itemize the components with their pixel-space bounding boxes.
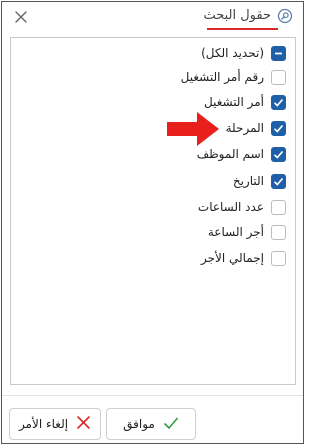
- cancel-button-label: إلغاء الأمر: [18, 417, 69, 431]
- list-item-date[interactable]: التاريخ: [233, 169, 286, 193]
- cancel-button[interactable]: إلغاء الأمر: [9, 408, 101, 440]
- checkbox[interactable]: [271, 250, 286, 266]
- footer-divider: [2, 395, 303, 396]
- list-item-label: أمر التشغيل: [203, 95, 264, 109]
- checkbox[interactable]: [271, 199, 286, 215]
- dialog-header: حقول البحث: [2, 2, 303, 32]
- title-underline: [207, 28, 278, 30]
- checkbox[interactable]: [271, 173, 286, 189]
- fields-list: (تحديد الكل) رقم أمر التشغيل أمر التشغيل…: [10, 37, 296, 385]
- checkbox[interactable]: [271, 120, 286, 136]
- checkbox[interactable]: [271, 224, 286, 240]
- list-item-total-wage[interactable]: إجمالي الأجر: [201, 246, 286, 270]
- list-item-label: (تحديد الكل): [201, 46, 264, 60]
- close-button[interactable]: [12, 8, 30, 26]
- select-all-checkbox[interactable]: [271, 45, 286, 61]
- checkbox[interactable]: [271, 94, 286, 110]
- list-item-work-order[interactable]: أمر التشغيل: [204, 90, 286, 114]
- list-item-order-number[interactable]: رقم أمر التشغيل: [181, 65, 286, 89]
- list-item-label: أجر الساعة: [207, 225, 264, 239]
- ok-button-label: موافق: [123, 417, 155, 431]
- list-item-select-all[interactable]: (تحديد الكل): [201, 41, 286, 65]
- cross-icon: [76, 415, 91, 433]
- dialog-title-group: حقول البحث: [203, 8, 293, 24]
- list-item-label: التاريخ: [232, 174, 264, 188]
- list-item-label: إجمالي الأجر: [200, 251, 264, 265]
- search-icon: [277, 8, 293, 24]
- list-item-stage[interactable]: المرحلة: [226, 116, 286, 140]
- list-item-label: عدد الساعات: [197, 200, 264, 214]
- list-item-label: اسم الموظف: [196, 147, 264, 161]
- check-icon: [163, 416, 179, 433]
- dialog-title: حقول البحث: [203, 8, 271, 23]
- checkbox[interactable]: [271, 69, 286, 85]
- list-item-label: رقم أمر التشغيل: [180, 70, 264, 84]
- list-item-hours-count[interactable]: عدد الساعات: [198, 195, 286, 219]
- checkbox[interactable]: [271, 146, 286, 162]
- ok-button[interactable]: موافق: [106, 408, 196, 440]
- red-arrow-icon: [167, 112, 219, 146]
- list-item-hourly-wage[interactable]: أجر الساعة: [208, 220, 286, 244]
- search-fields-dialog: حقول البحث (تحديد الكل) رقم أمر التشغيل …: [1, 1, 304, 444]
- close-icon: [15, 11, 27, 23]
- list-item-label: المرحلة: [225, 121, 264, 135]
